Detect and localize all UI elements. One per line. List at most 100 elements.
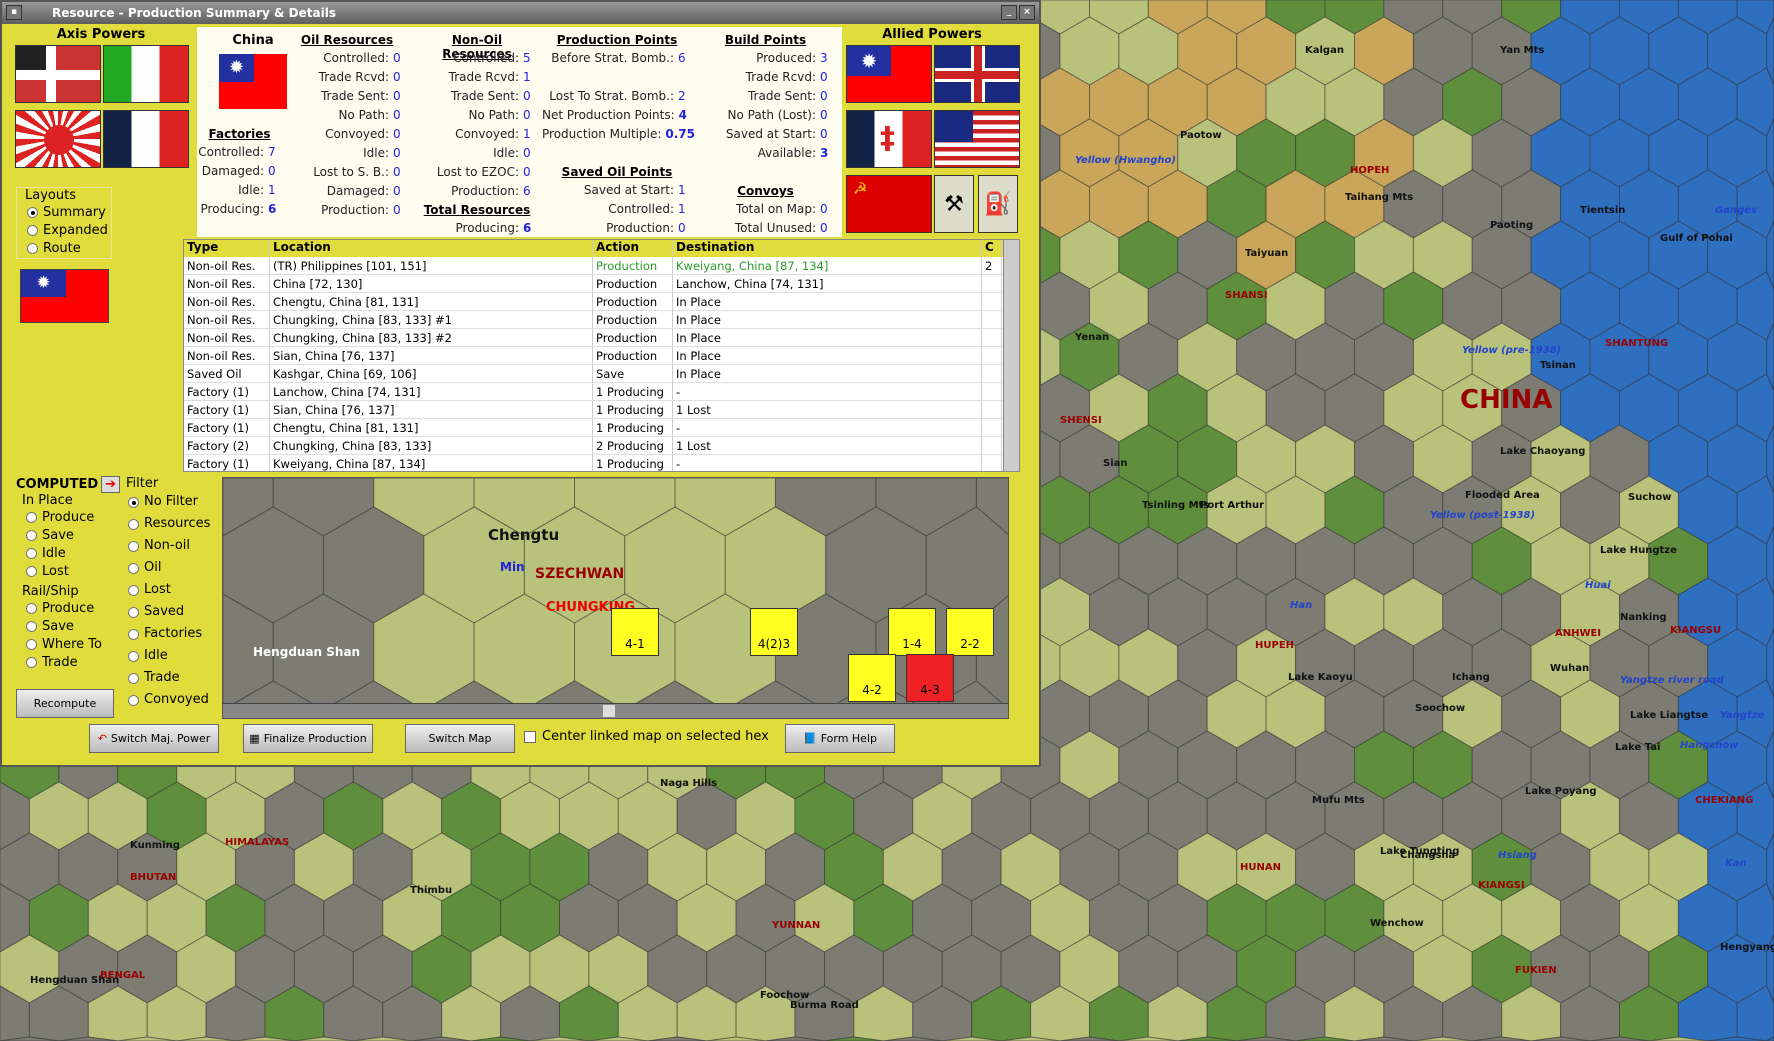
rail-ship-radio[interactable]: Save bbox=[26, 617, 124, 635]
italy-flag[interactable] bbox=[103, 45, 189, 103]
center-linked-checkbox[interactable]: Center linked map on selected hex bbox=[524, 729, 769, 744]
filter-radio[interactable]: Saved bbox=[128, 601, 218, 623]
radio-button[interactable] bbox=[128, 540, 139, 552]
rail-ship-radio[interactable]: Where To bbox=[26, 635, 124, 653]
mini-map-hscroll[interactable] bbox=[223, 703, 1008, 718]
radio-button[interactable] bbox=[27, 224, 38, 236]
recompute-button[interactable]: Recompute bbox=[16, 689, 114, 718]
table-row[interactable]: Non-oil Res. China [72, 130] Production Lan… bbox=[184, 275, 1019, 293]
radio-button[interactable] bbox=[27, 242, 38, 254]
unit-counter[interactable]: 2-2 bbox=[946, 608, 994, 656]
system-menu-icon[interactable]: ▪ bbox=[6, 5, 22, 20]
close-icon[interactable]: × bbox=[1019, 5, 1035, 20]
unit-counter[interactable]: 4-1 bbox=[611, 608, 659, 656]
layouts-group: Layouts Summary Expanded Route bbox=[16, 187, 112, 259]
ussr-flag[interactable]: ☭ bbox=[846, 175, 932, 233]
mini-map[interactable]: Chengtu Min SZECHWAN CHUNGKING Hengduan Shan… bbox=[222, 477, 1009, 719]
form-help-button[interactable]: 📘 Form Help bbox=[785, 724, 895, 753]
filter-radio[interactable]: Non-oil bbox=[128, 535, 218, 557]
minimize-icon[interactable]: _ bbox=[1001, 5, 1017, 20]
oil-derrick-icon[interactable]: ⛽ bbox=[978, 175, 1018, 233]
free-france-flag[interactable]: ‡ bbox=[846, 110, 932, 168]
radio-button[interactable] bbox=[26, 529, 37, 541]
title-bar[interactable]: Resource - Production Summary & Details … bbox=[2, 2, 1039, 24]
in-place-radio[interactable]: Produce bbox=[26, 508, 124, 526]
radio-button[interactable] bbox=[128, 628, 139, 640]
filter-radio[interactable]: No Filter bbox=[128, 491, 218, 513]
radio-button[interactable] bbox=[26, 620, 37, 632]
column-header[interactable]: Location bbox=[270, 240, 593, 257]
switch-major-power-button[interactable]: ↶ Switch Maj. Power bbox=[89, 724, 219, 753]
switch-map-button[interactable]: Switch Map bbox=[405, 724, 515, 753]
filter-radio[interactable]: Lost bbox=[128, 579, 218, 601]
table-scrollbar[interactable] bbox=[1003, 240, 1019, 471]
radio-button[interactable] bbox=[128, 672, 139, 684]
table-row[interactable]: Factory (1) Kweiyang, China [87, 134] 1 Pr… bbox=[184, 455, 1019, 471]
filter-radio[interactable]: Convoyed bbox=[128, 689, 218, 711]
stat-label: Producing: bbox=[200, 202, 264, 216]
column-header[interactable]: Destination bbox=[673, 240, 982, 257]
unit-counter[interactable]: 1-4 bbox=[888, 608, 936, 656]
table-row[interactable]: Non-oil Res. Chungking, China [83, 133] #… bbox=[184, 329, 1019, 347]
layout-radio[interactable]: Summary bbox=[27, 203, 111, 221]
table-row[interactable]: Factory (2) Chungking, China [83, 133] 2 P… bbox=[184, 437, 1019, 455]
table-row[interactable]: Factory (1) Chengtu, China [81, 131] 1 Pro… bbox=[184, 419, 1019, 437]
filter-radio[interactable]: Idle bbox=[128, 645, 218, 667]
filter-radio[interactable]: Oil bbox=[128, 557, 218, 579]
column-header[interactable]: C bbox=[982, 240, 1002, 257]
germany-flag[interactable] bbox=[15, 45, 101, 103]
radio-button[interactable] bbox=[27, 206, 38, 218]
usa-flag[interactable] bbox=[934, 110, 1020, 168]
table-row[interactable]: Saved Oil Kashgar, China [69, 106] Save In … bbox=[184, 365, 1019, 383]
radio-button[interactable] bbox=[128, 694, 139, 706]
table-row[interactable]: Non-oil Res. Sian, China [76, 137] Product… bbox=[184, 347, 1019, 365]
unit-counter[interactable]: 4-2 bbox=[848, 654, 896, 702]
radio-button[interactable] bbox=[26, 638, 37, 650]
mini-map-label: SZECHWAN bbox=[535, 566, 625, 582]
unit-counter[interactable]: 4-3 bbox=[906, 654, 954, 702]
filter-radio[interactable]: Trade bbox=[128, 667, 218, 689]
rail-ship-radio[interactable]: Produce bbox=[26, 599, 124, 617]
rail-ship-radio[interactable]: Trade bbox=[26, 653, 124, 671]
radio-button[interactable] bbox=[26, 656, 37, 668]
in-place-radio[interactable]: Lost bbox=[26, 562, 124, 580]
in-place-radio[interactable]: Idle bbox=[26, 544, 124, 562]
oil-row: Idle: 0 bbox=[287, 146, 407, 165]
tools-icon[interactable]: ⚒ bbox=[934, 175, 974, 233]
filter-radio[interactable]: Factories bbox=[128, 623, 218, 645]
column-header[interactable]: Type bbox=[184, 240, 270, 257]
table-row[interactable]: Non-oil Res. Chungking, China [83, 133] #… bbox=[184, 311, 1019, 329]
table-row[interactable]: Non-oil Res. Chengtu, China [81, 131] Prod… bbox=[184, 293, 1019, 311]
finalize-production-button[interactable]: ▦ Finalize Production bbox=[243, 724, 373, 753]
layout-radio[interactable]: Expanded bbox=[27, 221, 111, 239]
column-header[interactable]: Action bbox=[593, 240, 673, 257]
computed-arrow-button[interactable]: ➔ bbox=[101, 476, 121, 493]
vichy-france-flag[interactable] bbox=[103, 110, 189, 168]
in-place-radio[interactable]: Save bbox=[26, 526, 124, 544]
map-label: SHENSI bbox=[1060, 415, 1102, 426]
layout-radio[interactable]: Route bbox=[27, 239, 111, 257]
radio-button[interactable] bbox=[128, 584, 139, 596]
map-label: Yellow (Hwangho) bbox=[1075, 155, 1176, 166]
uk-flag[interactable] bbox=[934, 45, 1020, 103]
radio-button[interactable] bbox=[26, 602, 37, 614]
radio-button[interactable] bbox=[128, 496, 139, 508]
selected-country-flag: ✹ bbox=[20, 269, 109, 323]
radio-button[interactable] bbox=[26, 511, 37, 523]
unit-counter[interactable]: 4(2)3 bbox=[750, 608, 798, 656]
table-row[interactable]: Factory (1) Lanchow, China [74, 131] 1 Pro… bbox=[184, 383, 1019, 401]
radio-button[interactable] bbox=[26, 565, 37, 577]
radio-button[interactable] bbox=[128, 650, 139, 662]
production-info-panel: China ✹ Factories Controlled: 7 Damaged: 0 Id… bbox=[197, 27, 842, 237]
japan-flag[interactable] bbox=[15, 110, 101, 168]
china-flag-allied[interactable]: ✹ bbox=[846, 45, 932, 103]
table-cell: In Place bbox=[673, 329, 982, 346]
radio-button[interactable] bbox=[128, 606, 139, 618]
table-row[interactable]: Factory (1) Sian, China [76, 137] 1 Produc… bbox=[184, 401, 1019, 419]
table-row[interactable]: Non-oil Res. (TR) Philippines [101, 151] P… bbox=[184, 257, 1019, 275]
radio-button[interactable] bbox=[128, 518, 139, 530]
radio-button[interactable] bbox=[26, 547, 37, 559]
filter-radio[interactable]: Resources bbox=[128, 513, 218, 535]
table-cell: 2 Producing bbox=[593, 437, 673, 454]
radio-button[interactable] bbox=[128, 562, 139, 574]
